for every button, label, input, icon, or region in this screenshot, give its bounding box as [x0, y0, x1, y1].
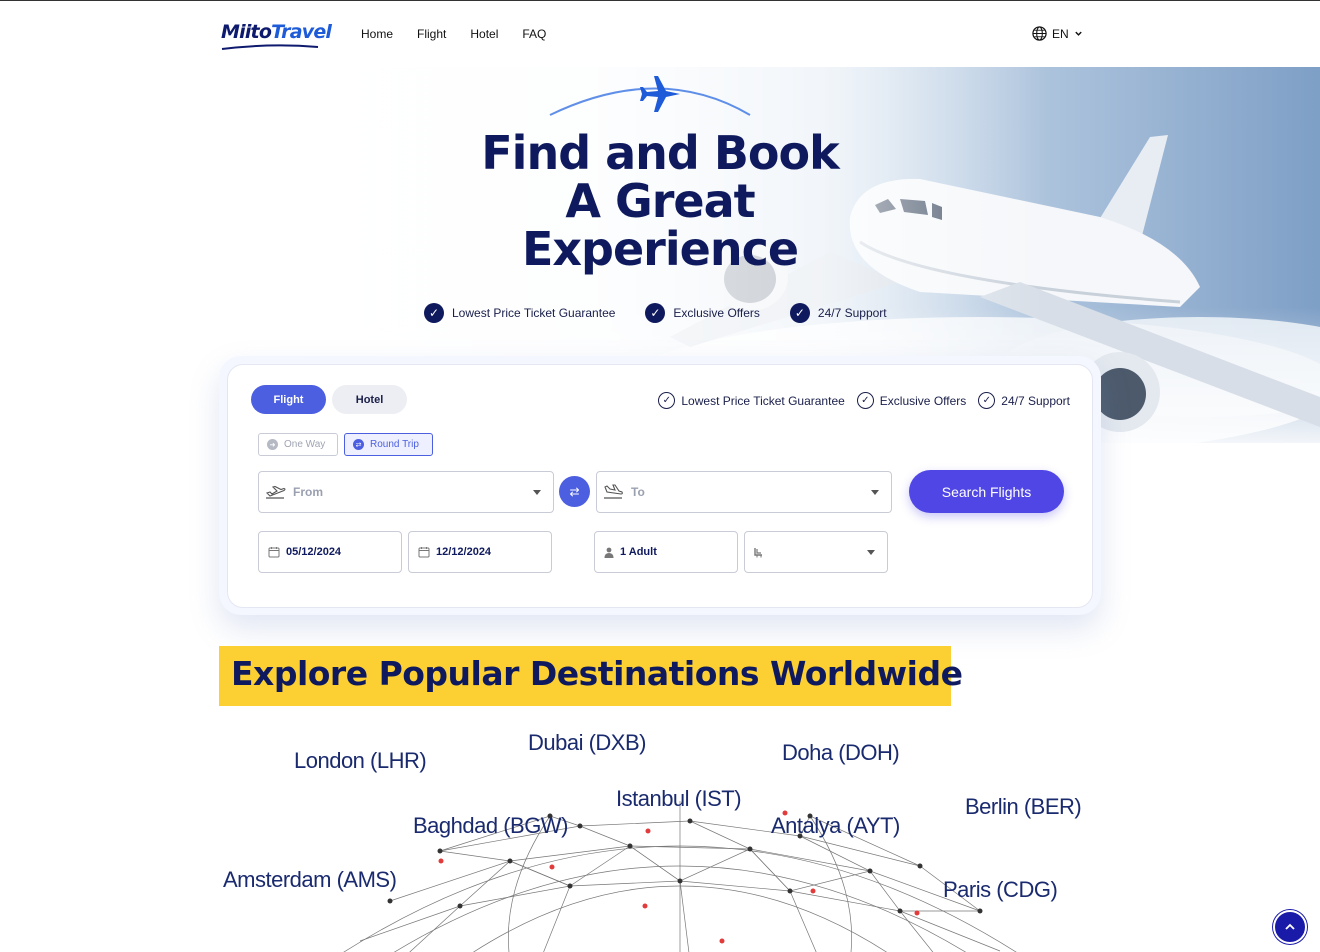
logo-text-miito: Miito — [221, 21, 272, 43]
hero-title-line-3: Experience — [521, 222, 799, 276]
city-dubai[interactable]: Dubai (DXB) — [528, 730, 646, 756]
hero-feature-label: 24/7 Support — [817, 306, 887, 320]
city-amsterdam[interactable]: Amsterdam (AMS) — [223, 867, 397, 893]
card-feature-label: Lowest Price Ticket Guarantee — [681, 393, 845, 408]
check-icon: ✓ — [856, 392, 874, 409]
from-select[interactable]: From — [258, 471, 554, 513]
one-way-option[interactable]: ➜ One Way — [258, 433, 338, 456]
city-istanbul[interactable]: Istanbul (IST) — [616, 786, 742, 812]
arrow-right-icon: ➜ — [267, 439, 278, 450]
card-feature-label: Exclusive Offers — [879, 393, 967, 408]
person-icon — [604, 547, 614, 558]
city-doha[interactable]: Doha (DOH) — [782, 740, 900, 766]
round-trip-label: Round Trip — [370, 439, 419, 450]
destinations-title: Explore Popular Destinations Worldwide — [231, 654, 963, 693]
nav-faq[interactable]: FAQ — [522, 27, 546, 41]
nav-hotel[interactable]: Hotel — [470, 27, 498, 41]
return-date-field[interactable]: 12/12/2024 — [408, 531, 552, 573]
card-feature-offers: ✓ Exclusive Offers — [856, 392, 967, 409]
card-feature-label: 24/7 Support — [1001, 393, 1070, 408]
city-antalya[interactable]: Antalya (AYT) — [771, 813, 900, 839]
hero-feature-offers: ✓ Exclusive Offers — [645, 303, 760, 323]
to-select[interactable]: To — [596, 471, 892, 513]
chevron-down-icon — [867, 550, 875, 555]
landing-icon — [604, 484, 623, 499]
calendar-icon — [268, 547, 280, 558]
card-feature-price: ✓ Lowest Price Ticket Guarantee — [658, 392, 845, 409]
passengers-value: 1 Adult — [620, 546, 657, 558]
one-way-label: One Way — [284, 439, 326, 450]
to-label: To — [631, 485, 645, 499]
chevron-down-icon — [533, 490, 541, 495]
city-london[interactable]: London (LHR) — [294, 748, 427, 774]
search-card-features: ✓ Lowest Price Ticket Guarantee ✓ Exclus… — [658, 392, 1070, 409]
search-flights-button[interactable]: Search Flights — [909, 470, 1064, 513]
main-nav: Home Flight Hotel FAQ — [361, 27, 546, 41]
swap-button[interactable]: ⇄ — [559, 476, 590, 507]
swap-icon: ⇄ — [569, 484, 580, 499]
globe-icon — [1032, 26, 1047, 41]
check-icon: ✓ — [978, 392, 996, 409]
seat-icon — [754, 547, 762, 557]
hero-feature-support: ✓ 24/7 Support — [789, 303, 887, 323]
nav-flight[interactable]: Flight — [417, 27, 446, 41]
round-trip-option[interactable]: ⇄ Round Trip — [344, 433, 433, 456]
logo-swoosh-icon — [221, 44, 319, 50]
check-icon: ✓ — [645, 303, 666, 323]
round-trip-icon: ⇄ — [353, 439, 364, 450]
cabin-class-select[interactable] — [744, 531, 888, 573]
city-berlin[interactable]: Berlin (BER) — [965, 794, 1082, 820]
site-header: MiitoTravel Home Flight Hotel FAQ EN — [0, 1, 1320, 67]
city-paris[interactable]: Paris (CDG) — [943, 877, 1058, 903]
hero-feature-label: Exclusive Offers — [673, 306, 760, 320]
hero-title-line-1: Find and Book — [481, 126, 839, 180]
logo[interactable]: MiitoTravel — [221, 21, 332, 51]
calendar-icon — [418, 547, 430, 558]
check-icon: ✓ — [658, 392, 676, 409]
from-label: From — [293, 485, 323, 499]
hero-feature-label: Lowest Price Ticket Guarantee — [452, 306, 616, 320]
destinations-heading: Explore Popular Destinations Worldwide — [219, 646, 963, 706]
return-date-value: 12/12/2024 — [436, 546, 492, 558]
arrow-up-icon — [1285, 923, 1295, 930]
tab-flight[interactable]: Flight — [251, 385, 326, 414]
city-baghdad[interactable]: Baghdad (BGW) — [413, 813, 568, 839]
check-icon: ✓ — [424, 303, 444, 323]
search-card: Flight Hotel ✓ Lowest Price Ticket Guara… — [227, 364, 1093, 608]
chevron-down-icon — [871, 490, 879, 495]
check-icon: ✓ — [789, 303, 810, 323]
card-feature-support: ✓ 24/7 Support — [978, 392, 1070, 409]
page: MiitoTravel Home Flight Hotel FAQ EN Fin… — [0, 0, 1320, 952]
scroll-to-top-button[interactable] — [1273, 910, 1307, 944]
search-card-wrapper: Flight Hotel ✓ Lowest Price Ticket Guara… — [219, 356, 1101, 615]
hero-title: Find and Book A Great Experience — [220, 129, 1100, 273]
search-tabs: Flight Hotel — [251, 385, 407, 414]
hero-title-line-2: A Great — [565, 174, 755, 228]
logo-text-travel: Travel — [271, 21, 332, 43]
hero-features: ✓ Lowest Price Ticket Guarantee ✓ Exclus… — [424, 303, 887, 323]
chevron-down-icon — [1074, 31, 1082, 36]
hero-feature-price: ✓ Lowest Price Ticket Guarantee — [424, 303, 615, 323]
depart-date-field[interactable]: 05/12/2024 — [258, 531, 402, 573]
passengers-field[interactable]: 1 Adult — [594, 531, 738, 573]
language-label: EN — [1052, 26, 1069, 41]
nav-home[interactable]: Home — [361, 27, 393, 41]
language-selector[interactable]: EN — [1032, 26, 1083, 41]
takeoff-icon — [265, 485, 286, 499]
tab-hotel[interactable]: Hotel — [332, 385, 407, 414]
depart-date-value: 05/12/2024 — [286, 546, 342, 558]
